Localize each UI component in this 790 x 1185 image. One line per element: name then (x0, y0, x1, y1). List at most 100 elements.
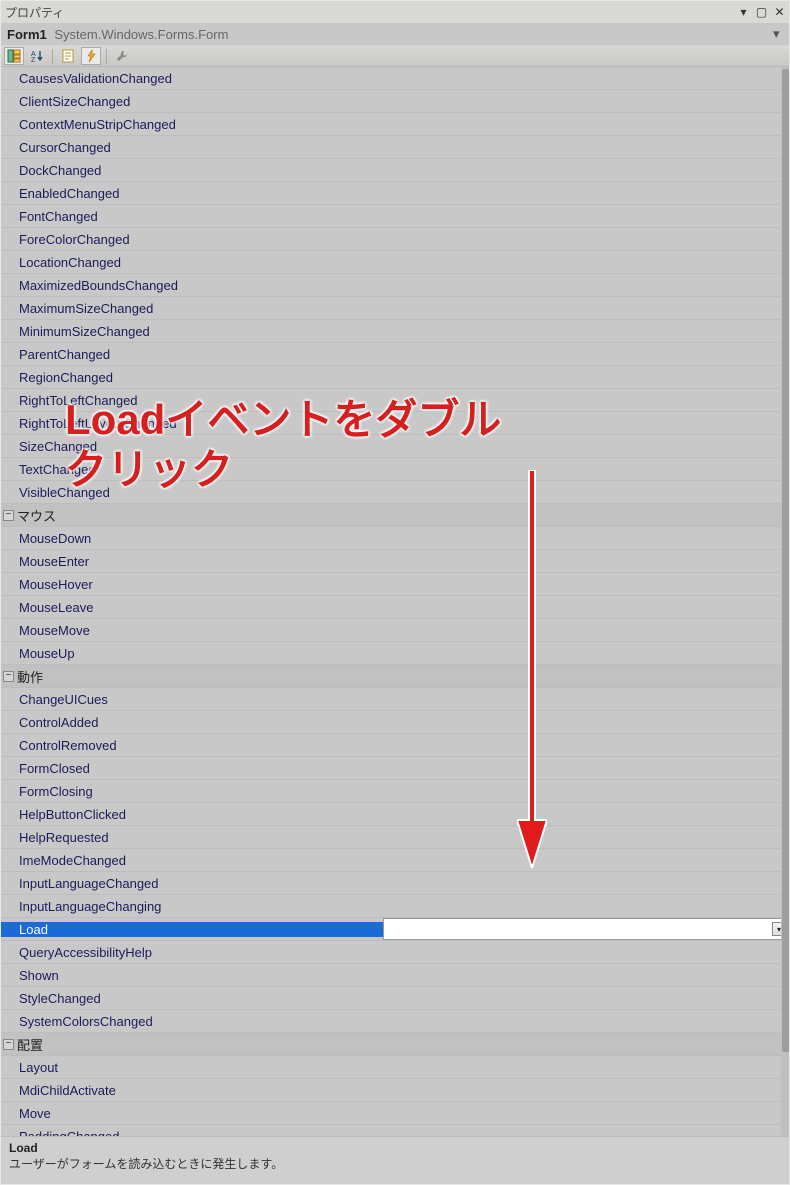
event-value[interactable] (383, 1102, 789, 1124)
event-value[interactable] (383, 987, 789, 1009)
event-row[interactable]: ClientSizeChanged (1, 90, 789, 113)
event-value[interactable] (383, 435, 789, 457)
event-row[interactable]: HelpButtonClicked (1, 803, 789, 826)
event-row[interactable]: ControlAdded (1, 711, 789, 734)
event-row[interactable]: LocationChanged (1, 251, 789, 274)
event-row[interactable]: MaximizedBoundsChanged (1, 274, 789, 297)
event-value[interactable] (383, 527, 789, 549)
event-row[interactable]: ContextMenuStripChanged (1, 113, 789, 136)
event-row[interactable]: RightToLeftChanged (1, 389, 789, 412)
event-value[interactable] (383, 320, 789, 342)
event-row[interactable]: MouseMove (1, 619, 789, 642)
collapse-icon[interactable]: − (3, 510, 14, 521)
event-value[interactable] (383, 826, 789, 848)
event-row[interactable]: FormClosed (1, 757, 789, 780)
alphabetical-button[interactable]: AZ (27, 47, 47, 65)
event-value[interactable] (383, 366, 789, 388)
event-row[interactable]: MouseHover (1, 573, 789, 596)
event-value[interactable] (383, 389, 789, 411)
event-row[interactable]: RegionChanged (1, 366, 789, 389)
event-row[interactable]: TextChanged (1, 458, 789, 481)
event-value[interactable] (383, 458, 789, 480)
event-value[interactable] (383, 803, 789, 825)
event-value[interactable] (383, 67, 789, 89)
scrollbar-thumb[interactable] (782, 69, 789, 1052)
event-row[interactable]: InputLanguageChanging (1, 895, 789, 918)
event-row[interactable]: MinimumSizeChanged (1, 320, 789, 343)
event-row[interactable]: Move (1, 1102, 789, 1125)
event-row[interactable]: RightToLeftLayoutChanged (1, 412, 789, 435)
event-value[interactable] (383, 412, 789, 434)
event-value[interactable] (383, 1125, 789, 1136)
event-value[interactable] (383, 1010, 789, 1032)
event-value[interactable] (383, 182, 789, 204)
event-value[interactable] (383, 734, 789, 756)
event-row[interactable]: FontChanged (1, 205, 789, 228)
event-row[interactable]: StyleChanged (1, 987, 789, 1010)
event-value[interactable] (383, 780, 789, 802)
event-value[interactable] (383, 964, 789, 986)
event-value[interactable] (383, 113, 789, 135)
event-row[interactable]: InputLanguageChanged (1, 872, 789, 895)
event-value[interactable] (383, 1056, 789, 1078)
chevron-down-icon[interactable]: ▾ (773, 26, 783, 42)
event-row[interactable]: MouseDown (1, 527, 789, 550)
collapse-icon[interactable]: − (3, 671, 14, 682)
category-header[interactable]: −配置 (1, 1033, 789, 1056)
event-value[interactable] (383, 550, 789, 572)
event-row[interactable]: Shown (1, 964, 789, 987)
event-value[interactable] (383, 297, 789, 319)
event-row[interactable]: QueryAccessibilityHelp (1, 941, 789, 964)
event-row[interactable]: ImeModeChanged (1, 849, 789, 872)
wrench-icon[interactable] (112, 47, 132, 65)
close-icon[interactable]: ✕ (774, 7, 785, 18)
event-value[interactable] (383, 274, 789, 296)
event-row[interactable]: EnabledChanged (1, 182, 789, 205)
event-value[interactable] (383, 343, 789, 365)
event-row[interactable]: MouseUp (1, 642, 789, 665)
category-header[interactable]: −動作 (1, 665, 789, 688)
event-value[interactable] (383, 619, 789, 641)
categorized-button[interactable] (4, 47, 24, 65)
event-value[interactable] (383, 872, 789, 894)
events-button[interactable] (81, 47, 101, 65)
event-value[interactable] (383, 596, 789, 618)
event-row[interactable]: VisibleChanged (1, 481, 789, 504)
event-row[interactable]: ControlRemoved (1, 734, 789, 757)
event-row[interactable]: SystemColorsChanged (1, 1010, 789, 1033)
event-value[interactable] (383, 159, 789, 181)
event-value[interactable] (383, 1079, 789, 1101)
event-value[interactable] (383, 205, 789, 227)
event-row[interactable]: FormClosing (1, 780, 789, 803)
event-value[interactable] (383, 757, 789, 779)
event-value[interactable] (383, 573, 789, 595)
properties-button[interactable] (58, 47, 78, 65)
event-row[interactable]: CausesValidationChanged (1, 67, 789, 90)
event-row[interactable]: DockChanged (1, 159, 789, 182)
event-row[interactable]: ParentChanged (1, 343, 789, 366)
event-value[interactable] (383, 90, 789, 112)
event-value[interactable] (383, 711, 789, 733)
event-value[interactable] (383, 895, 789, 917)
event-value[interactable] (383, 941, 789, 963)
event-value[interactable] (383, 849, 789, 871)
event-row[interactable]: MouseLeave (1, 596, 789, 619)
event-row[interactable]: SizeChanged (1, 435, 789, 458)
event-value[interactable]: ▾ (383, 918, 789, 940)
event-value[interactable] (383, 481, 789, 503)
event-value[interactable] (383, 688, 789, 710)
object-selector[interactable]: Form1 System.Windows.Forms.Form ▾ (1, 23, 789, 45)
event-row[interactable]: CursorChanged (1, 136, 789, 159)
event-value[interactable] (383, 251, 789, 273)
event-row[interactable]: ForeColorChanged (1, 228, 789, 251)
maximize-icon[interactable]: ▢ (756, 7, 767, 18)
category-header[interactable]: −マウス (1, 504, 789, 527)
collapse-icon[interactable]: − (3, 1039, 14, 1050)
event-row[interactable]: MdiChildActivate (1, 1079, 789, 1102)
event-row[interactable]: PaddingChanged (1, 1125, 789, 1136)
vertical-scrollbar[interactable] (781, 67, 789, 1136)
event-row[interactable]: MouseEnter (1, 550, 789, 573)
event-row[interactable]: MaximumSizeChanged (1, 297, 789, 320)
event-row[interactable]: ChangeUICues (1, 688, 789, 711)
event-row[interactable]: HelpRequested (1, 826, 789, 849)
